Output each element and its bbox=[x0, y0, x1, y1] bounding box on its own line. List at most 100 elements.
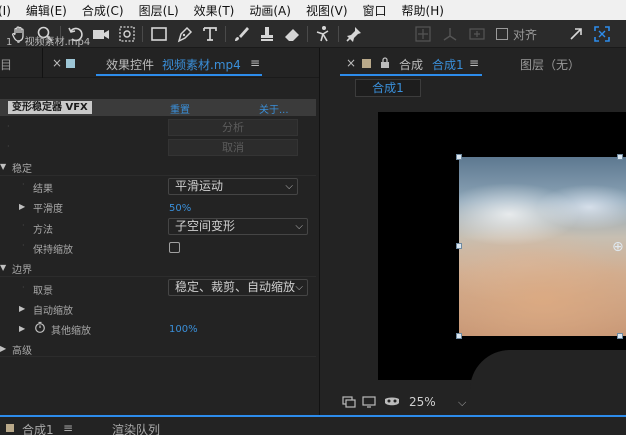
project-tab-partial[interactable]: 目 bbox=[0, 56, 12, 73]
footage-frame[interactable] bbox=[459, 157, 626, 336]
anchor-point-icon[interactable]: ⊕ bbox=[612, 239, 624, 255]
zoom-level[interactable]: 25% bbox=[409, 395, 436, 409]
row-guide-dot: · bbox=[22, 283, 25, 292]
cancel-button[interactable]: 取消 bbox=[168, 139, 298, 156]
monitor-icon[interactable] bbox=[362, 396, 376, 411]
panel-divider bbox=[42, 48, 43, 78]
effect-controls-header: 目 × 效果控件 视频素材.mp4 ≡ bbox=[0, 48, 320, 78]
method-value: 子空间变形 bbox=[175, 219, 236, 233]
close-tab-icon[interactable]: × bbox=[346, 56, 356, 70]
additional-scale-value[interactable]: 100% bbox=[169, 324, 198, 335]
panel-splitter bbox=[319, 48, 320, 415]
pen-tool-icon[interactable] bbox=[175, 24, 195, 44]
chevron-down-icon[interactable]: ⌵ bbox=[458, 396, 466, 410]
render-queue-tab[interactable]: 渲染队列 bbox=[112, 421, 160, 435]
collapse-triangle-icon[interactable]: ▼ bbox=[0, 162, 6, 171]
keep-scale-label: 保持缩放 bbox=[33, 245, 73, 256]
collapse-triangle-icon[interactable]: ▼ bbox=[0, 263, 6, 272]
expand-triangle-icon[interactable]: ▶ bbox=[19, 202, 25, 211]
row-guide-dot: · bbox=[7, 142, 10, 151]
transform-handle[interactable] bbox=[456, 154, 462, 160]
reset-link[interactable]: 重置 bbox=[170, 101, 190, 116]
row-divider bbox=[0, 356, 316, 357]
framing-value: 稳定、裁剪、自动缩放 bbox=[175, 280, 296, 294]
keep-scale-checkbox[interactable] bbox=[169, 242, 180, 253]
clone-stamp-tool-icon[interactable] bbox=[257, 24, 277, 44]
analyze-button[interactable]: 分析 bbox=[168, 119, 298, 136]
expand-triangle-icon[interactable]: ▶ bbox=[19, 304, 25, 313]
transform-handle[interactable] bbox=[456, 333, 462, 339]
smoothness-value[interactable]: 50% bbox=[169, 203, 191, 214]
about-link[interactable]: 关于... bbox=[259, 101, 289, 116]
close-tab-icon[interactable]: × bbox=[52, 56, 62, 70]
menu-window[interactable]: 窗口 bbox=[355, 2, 394, 19]
method-dropdown[interactable]: 子空间变形 ⌵ bbox=[168, 218, 308, 235]
composition-tab-label[interactable]: 合成 bbox=[399, 56, 423, 73]
menu-composition[interactable]: 合成(C) bbox=[74, 2, 131, 19]
eraser-tool-icon[interactable] bbox=[282, 24, 302, 44]
composition-tab-name[interactable]: 合成1 bbox=[432, 56, 464, 73]
menu-image[interactable]: 图像(I) bbox=[0, 2, 18, 19]
timeline-tab-bar: 合成1 ≡ 渲染队列 bbox=[0, 415, 626, 435]
view-axis-icon[interactable] bbox=[467, 24, 487, 44]
row-guide-dot: · bbox=[22, 241, 25, 250]
type-tool-icon[interactable] bbox=[200, 24, 220, 44]
expand-icon[interactable] bbox=[566, 24, 586, 44]
layer-path: 1 • 视频素材.mp4 bbox=[6, 37, 91, 48]
mask-view-icon[interactable] bbox=[384, 396, 400, 411]
timeline-menu-icon[interactable]: ≡ bbox=[63, 421, 73, 435]
additional-scale-label: 其他缩放 bbox=[51, 326, 91, 337]
transform-handle[interactable] bbox=[617, 333, 623, 339]
toolbar-separator bbox=[142, 26, 143, 42]
effect-controls-tab-label[interactable]: 效果控件 bbox=[106, 56, 154, 73]
menu-view[interactable]: 视图(V) bbox=[298, 2, 355, 19]
row-guide-dot: · bbox=[22, 221, 25, 230]
composition-subtab[interactable]: 合成1 bbox=[355, 79, 421, 97]
result-value: 平滑运动 bbox=[175, 179, 224, 193]
pin-tool-icon[interactable] bbox=[344, 24, 364, 44]
effect-tab-swatch bbox=[66, 59, 75, 68]
menu-animation[interactable]: 动画(A) bbox=[241, 2, 298, 19]
menu-effect[interactable]: 效果(T) bbox=[186, 2, 242, 19]
menu-layer[interactable]: 图层(L) bbox=[131, 2, 186, 19]
expand-triangle-icon[interactable]: ▶ bbox=[19, 324, 25, 333]
pan-behind-tool-icon[interactable] bbox=[117, 24, 137, 44]
menu-bar: 图像(I) 编辑(E) 合成(C) 图层(L) 效果(T) 动画(A) 视图(V… bbox=[0, 0, 626, 20]
effect-controls-tab-file[interactable]: 视频素材.mp4 bbox=[162, 56, 241, 73]
framing-label: 取景 bbox=[33, 286, 53, 297]
menu-help[interactable]: 帮助(H) bbox=[394, 2, 451, 19]
chevron-down-icon: ⌵ bbox=[295, 280, 303, 295]
effect-header-row[interactable]: 变形稳定器 VFX 重置 关于... bbox=[0, 99, 316, 116]
effect-name-badge[interactable]: 变形稳定器 VFX bbox=[8, 101, 92, 114]
toolbar-separator bbox=[225, 26, 226, 42]
rectangle-tool-icon[interactable] bbox=[149, 24, 169, 44]
timeline-comp-tab[interactable]: 合成1 bbox=[22, 421, 54, 435]
menu-edit[interactable]: 编辑(E) bbox=[18, 2, 74, 19]
row-divider bbox=[0, 175, 316, 176]
snapshot-icon[interactable] bbox=[342, 396, 356, 411]
camera-tool-icon[interactable] bbox=[91, 24, 111, 44]
align-label: 对齐 bbox=[513, 28, 538, 42]
framing-dropdown[interactable]: 稳定、裁剪、自动缩放 ⌵ bbox=[168, 279, 308, 296]
lock-icon[interactable] bbox=[380, 57, 390, 72]
transform-handle[interactable] bbox=[456, 243, 462, 249]
puppet-tool-icon[interactable] bbox=[313, 24, 333, 44]
axis-mode-icon[interactable] bbox=[413, 24, 433, 44]
comp-tab-swatch bbox=[362, 59, 371, 68]
transform-handle[interactable] bbox=[617, 154, 623, 160]
snap-icon[interactable] bbox=[592, 24, 612, 44]
brush-tool-icon[interactable] bbox=[231, 24, 251, 44]
active-tab-underline bbox=[340, 74, 482, 76]
expand-triangle-icon[interactable]: ▶ bbox=[0, 344, 6, 353]
world-axis-icon[interactable] bbox=[440, 24, 460, 44]
layer-tab[interactable]: 图层（无） bbox=[520, 56, 580, 73]
active-tab-underline bbox=[96, 74, 262, 76]
stopwatch-icon[interactable] bbox=[34, 321, 46, 336]
panel-menu-icon[interactable]: ≡ bbox=[250, 56, 260, 70]
viewer-footer: 25% ⌵ bbox=[336, 390, 626, 414]
panel-menu-icon[interactable]: ≡ bbox=[469, 56, 479, 70]
result-dropdown[interactable]: 平滑运动 ⌵ bbox=[168, 178, 298, 195]
tools-toolbar: 对齐 bbox=[0, 20, 626, 48]
align-checkbox[interactable] bbox=[496, 28, 508, 40]
advanced-section-label: 高级 bbox=[12, 346, 32, 357]
